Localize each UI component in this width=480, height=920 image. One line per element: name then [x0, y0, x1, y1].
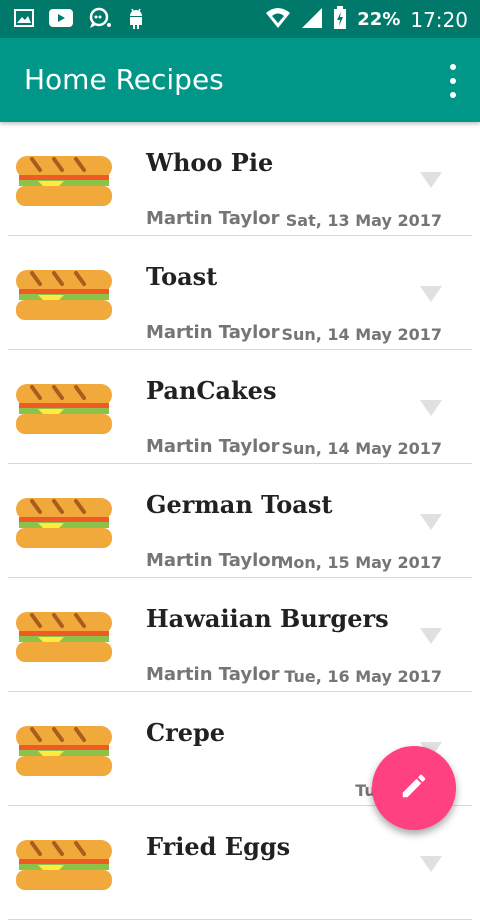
sandwich-icon — [16, 378, 112, 436]
edit-fab[interactable] — [372, 746, 456, 830]
recipe-date: Sat, 13 May 2017 — [285, 211, 442, 230]
recipe-title: Whoo Pie — [146, 148, 274, 177]
page-title: Home Recipes — [24, 63, 224, 96]
recipe-date: Tue, 16 May 2017 — [284, 667, 442, 686]
app-bar: Home Recipes — [0, 38, 480, 122]
expand-caret-icon[interactable] — [420, 172, 442, 188]
recipe-title: Fried Eggs — [146, 832, 291, 861]
recipe-author: Martin Taylor — [146, 436, 280, 457]
recipe-title: Toast — [146, 262, 218, 291]
overflow-menu-icon[interactable] — [446, 64, 460, 98]
recipe-date: Sun, 14 May 2017 — [281, 439, 442, 458]
recipe-row[interactable]: Whoo Pie Martin Taylor Sat, 13 May 2017 — [8, 122, 472, 236]
sandwich-icon — [16, 720, 112, 778]
recipe-row[interactable]: German Toast Martin Taylor Mon, 15 May 2… — [8, 464, 472, 578]
recipe-date: Sun, 14 May 2017 — [281, 325, 442, 344]
android-icon — [126, 6, 146, 34]
recipe-author: Martin Taylor — [146, 322, 280, 343]
expand-caret-icon[interactable] — [420, 286, 442, 302]
recipe-title: Hawaiian Burgers — [146, 604, 389, 633]
recipe-author: Martin Taylor — [146, 664, 280, 685]
recipe-row[interactable]: Hawaiian Burgers Martin Taylor Tue, 16 M… — [8, 578, 472, 692]
battery-percent: 22% — [357, 9, 401, 30]
recipe-title: PanCakes — [146, 376, 277, 405]
expand-caret-icon[interactable] — [420, 514, 442, 530]
recipe-author: Martin Taylor — [146, 208, 280, 229]
wifi-icon — [265, 7, 291, 33]
sandwich-icon — [16, 834, 112, 892]
recipe-row[interactable]: PanCakes Martin Taylor Sun, 14 May 2017 — [8, 350, 472, 464]
recipe-row[interactable]: Toast Martin Taylor Sun, 14 May 2017 — [8, 236, 472, 350]
expand-caret-icon[interactable] — [420, 628, 442, 644]
clock: 17:20 — [410, 8, 468, 32]
sandwich-icon — [16, 606, 112, 664]
edit-pencil-icon — [399, 771, 429, 805]
status-bar: 22% 17:20 — [0, 0, 480, 38]
sandwich-icon — [16, 150, 112, 208]
signal-icon — [301, 7, 323, 33]
recipe-date: Mon, 15 May 2017 — [277, 553, 442, 572]
recipe-title: German Toast — [146, 490, 333, 519]
recipe-title: Crepe — [146, 718, 226, 747]
expand-caret-icon[interactable] — [420, 856, 442, 872]
image-icon — [14, 8, 34, 32]
sandwich-icon — [16, 264, 112, 322]
battery-icon — [333, 6, 347, 34]
sandwich-icon — [16, 492, 112, 550]
youtube-icon — [48, 8, 74, 32]
chat-icon — [88, 7, 112, 33]
expand-caret-icon[interactable] — [420, 400, 442, 416]
recipe-author: Martin Taylor — [146, 550, 280, 571]
